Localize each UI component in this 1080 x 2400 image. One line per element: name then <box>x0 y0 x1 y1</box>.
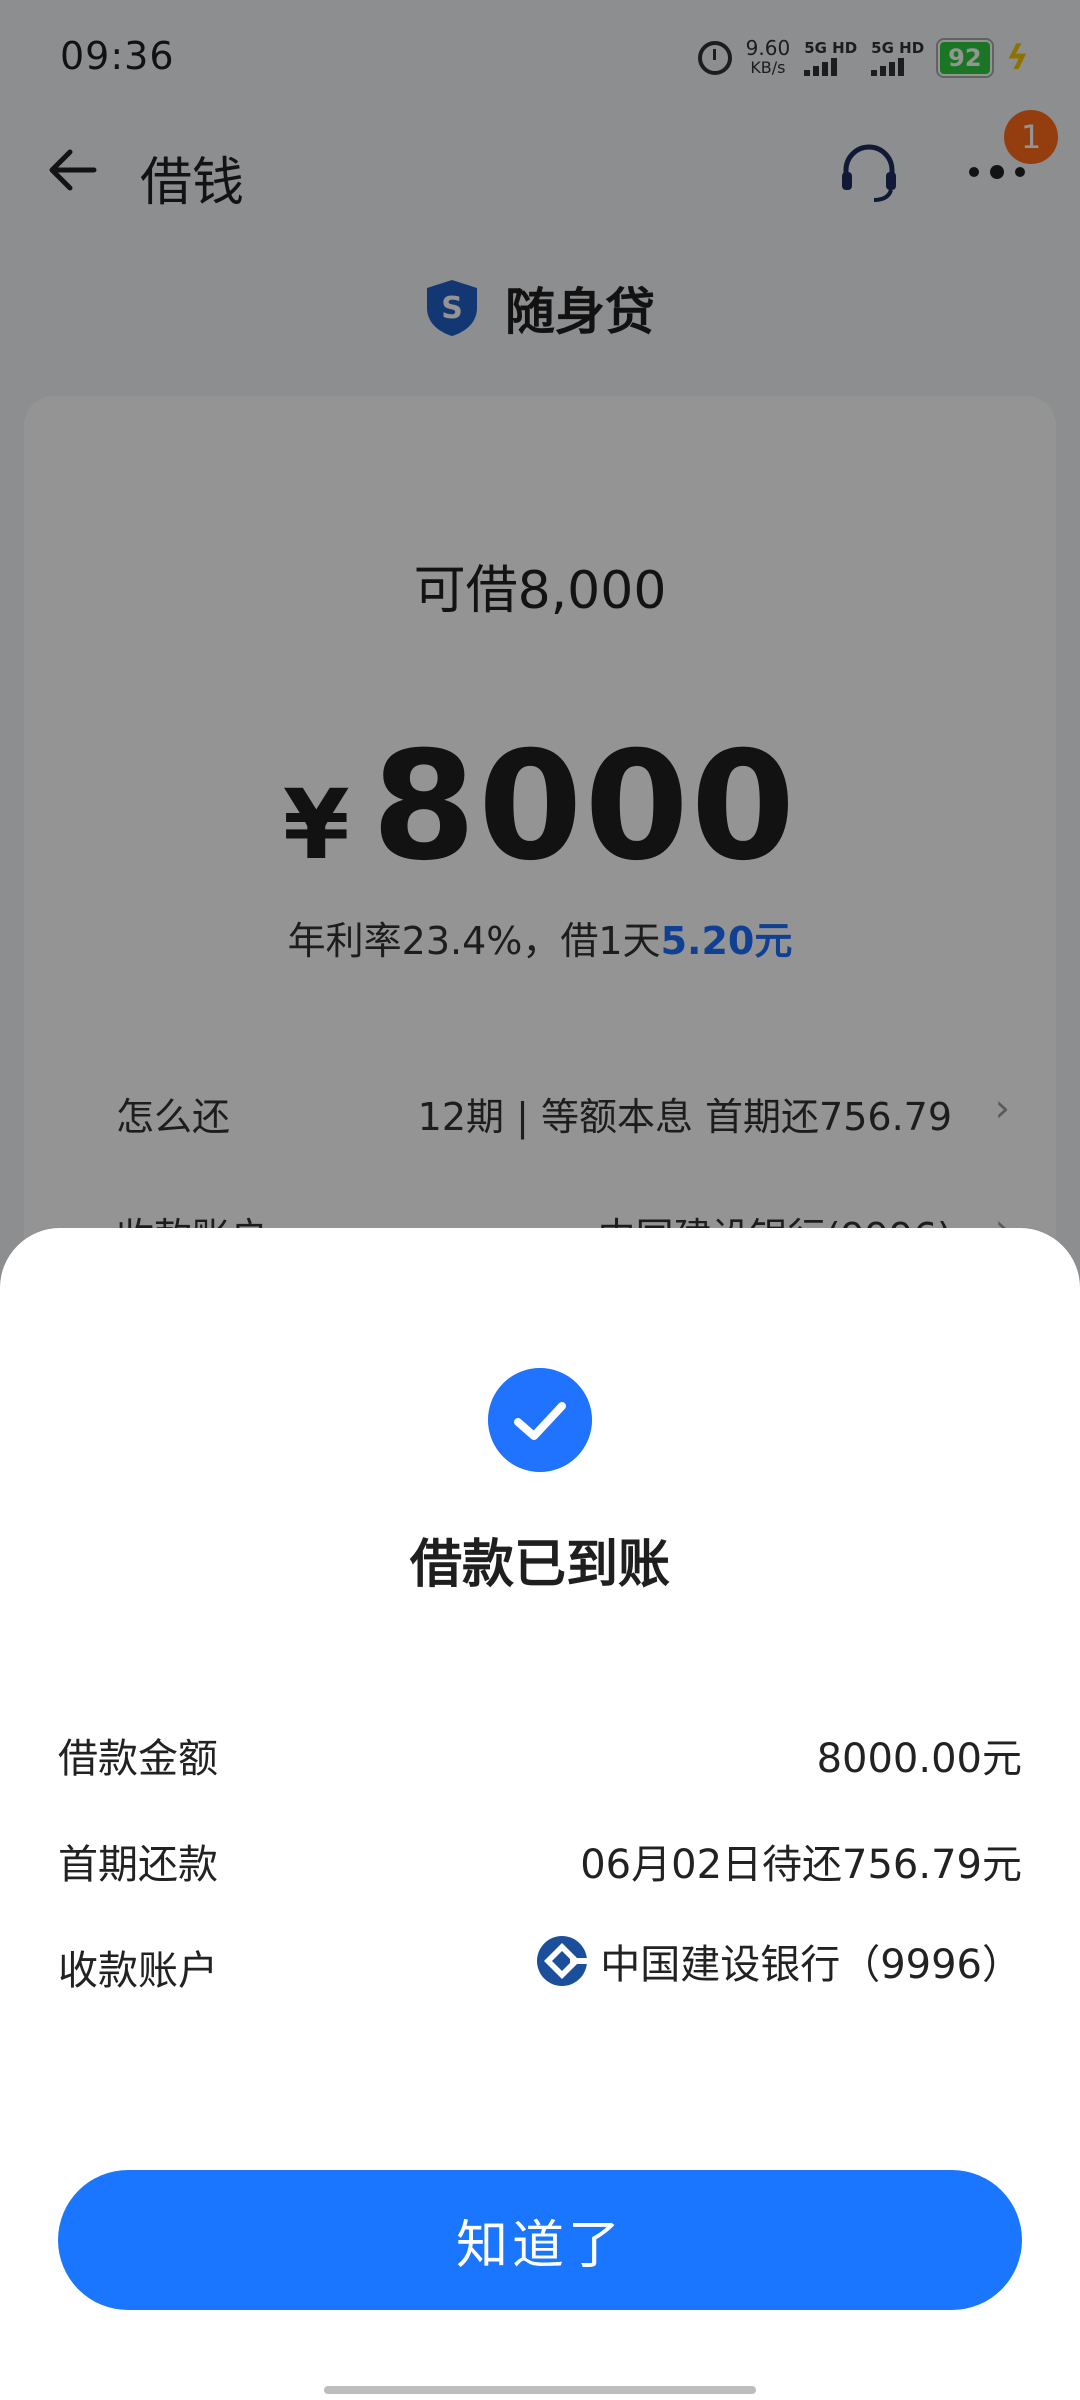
account-label: 收款账户 <box>58 1948 218 1994</box>
first-repayment-value: 06月02日待还756.79元 <box>580 1842 1022 1888</box>
got-it-button[interactable]: 知道了 <box>58 2170 1022 2310</box>
home-indicator[interactable] <box>324 2386 756 2394</box>
first-repayment-label: 首期还款 <box>58 1842 218 1888</box>
loan-amount-value: 8000.00元 <box>816 1736 1022 1782</box>
account-value: 中国建设银行（9996） <box>600 1942 1022 1988</box>
account-value-group: 中国建设银行（9996） <box>536 1932 1022 1990</box>
loan-amount-label: 借款金额 <box>58 1736 218 1782</box>
ccb-bank-logo-icon <box>537 1936 589 1986</box>
success-check-icon <box>488 1368 592 1472</box>
sheet-title: 借款已到账 <box>409 1535 670 1595</box>
